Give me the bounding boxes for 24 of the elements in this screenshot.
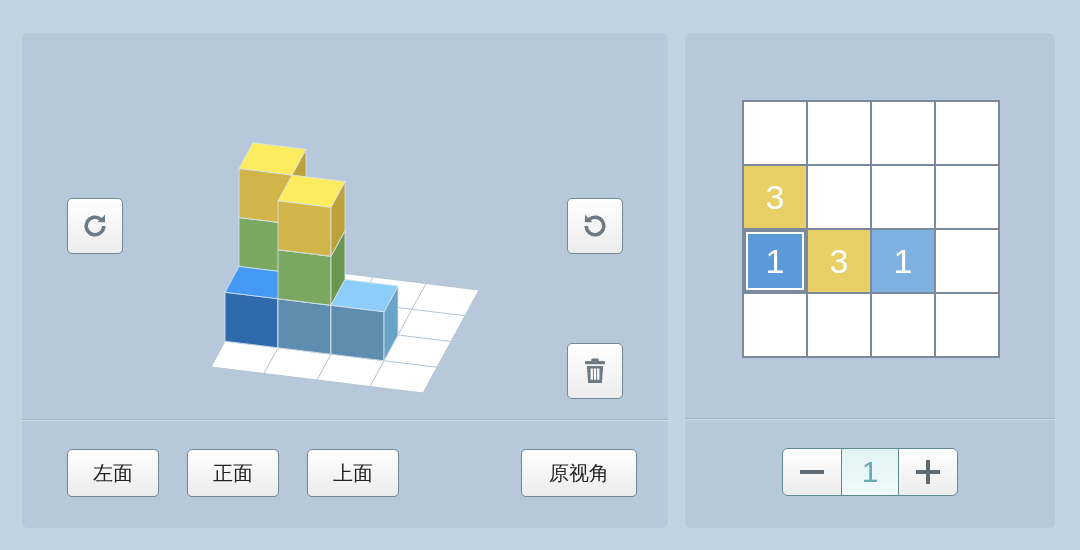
- grid-cell[interactable]: [808, 166, 870, 228]
- view-button[interactable]: 正面: [187, 449, 279, 497]
- plus-icon: [916, 460, 940, 484]
- grid-cell[interactable]: [808, 102, 870, 164]
- grid-cell[interactable]: [936, 230, 998, 292]
- grid-cell[interactable]: [936, 294, 998, 356]
- increase-button[interactable]: [899, 449, 957, 495]
- rotate-counterclockwise-button[interactable]: [567, 198, 623, 254]
- grid-cell[interactable]: [744, 294, 806, 356]
- stepper-value: 1: [841, 449, 899, 495]
- grid-cell[interactable]: [872, 166, 934, 228]
- view-button[interactable]: 左面: [67, 449, 159, 497]
- grid-cell[interactable]: [872, 294, 934, 356]
- grid-cell[interactable]: [936, 166, 998, 228]
- grid-cell[interactable]: [936, 102, 998, 164]
- minus-icon: [800, 470, 824, 474]
- decrease-button[interactable]: [783, 449, 841, 495]
- grid-cell[interactable]: [744, 102, 806, 164]
- delete-button[interactable]: [567, 343, 623, 399]
- grid-cell[interactable]: [872, 102, 934, 164]
- reset-view-button[interactable]: 原视角: [521, 449, 637, 497]
- view-button[interactable]: 上面: [307, 449, 399, 497]
- rotate-clockwise-button[interactable]: [67, 198, 123, 254]
- grid-cell[interactable]: [808, 294, 870, 356]
